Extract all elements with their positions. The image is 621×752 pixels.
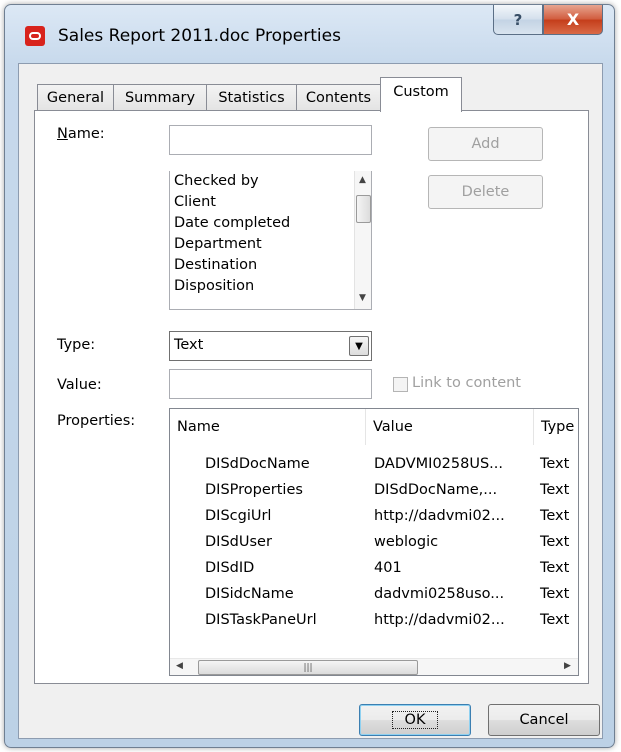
- title-bar[interactable]: Sales Report 2011.doc Properties ? X: [5, 5, 614, 63]
- column-header-name[interactable]: Name: [170, 409, 366, 445]
- row-type: Text: [540, 482, 570, 498]
- row-value: dadvmi0258uso...: [374, 586, 505, 602]
- tab-general[interactable]: General: [37, 84, 114, 111]
- type-dropdown[interactable]: Text ▼: [169, 331, 372, 361]
- close-icon: X: [566, 10, 580, 29]
- table-row[interactable]: DISProperties DISdDocName,... Text: [170, 478, 578, 505]
- row-type: Text: [540, 612, 570, 628]
- row-type: Text: [540, 560, 570, 576]
- ok-button-label: OK: [391, 711, 439, 729]
- row-type: Text: [540, 534, 570, 550]
- table-row[interactable]: DISidcName dadvmi0258uso... Text: [170, 582, 578, 609]
- row-value: DADVMI0258US...: [374, 456, 503, 472]
- type-dropdown-value: Text: [174, 337, 204, 353]
- tab-statistics[interactable]: Statistics: [206, 84, 297, 111]
- value-label: Value:: [57, 377, 102, 393]
- tab-custom[interactable]: Custom: [380, 77, 462, 112]
- properties-list[interactable]: Name Value Type DISdDocName DADVMI0258US…: [169, 408, 579, 676]
- list-item[interactable]: Client: [174, 194, 216, 210]
- scroll-thumb[interactable]: [356, 195, 371, 223]
- name-label: Name:: [57, 126, 105, 142]
- table-row[interactable]: DISdUser weblogic Text: [170, 530, 578, 557]
- row-value: DISdDocName,...: [374, 482, 498, 498]
- delete-button[interactable]: Delete: [428, 175, 543, 209]
- name-input[interactable]: [169, 125, 372, 155]
- scroll-right-icon[interactable]: ▶: [564, 661, 571, 671]
- properties-dialog: Sales Report 2011.doc Properties ? X Gen…: [4, 4, 615, 748]
- row-type: Text: [540, 586, 570, 602]
- cancel-button[interactable]: Cancel: [488, 704, 600, 736]
- close-button[interactable]: X: [543, 5, 603, 35]
- properties-label: Properties:: [57, 413, 136, 429]
- row-value: http://dadvmi02...: [374, 612, 505, 628]
- column-header-type[interactable]: Type: [534, 409, 578, 445]
- properties-horizontal-scrollbar[interactable]: ◀ ||| ▶: [170, 658, 578, 675]
- app-logo-icon: [25, 26, 45, 46]
- table-row[interactable]: DISdID 401 Text: [170, 556, 578, 583]
- properties-header: Name Value Type: [170, 409, 578, 445]
- help-button[interactable]: ?: [493, 5, 543, 35]
- chevron-down-icon[interactable]: ▼: [349, 336, 369, 356]
- name-suggestions-list[interactable]: Checked by Client Date completed Departm…: [169, 171, 372, 310]
- scroll-up-icon[interactable]: ▲: [359, 175, 366, 185]
- add-button[interactable]: Add: [428, 127, 543, 161]
- value-input[interactable]: [169, 369, 372, 399]
- table-row[interactable]: DIScgiUrl http://dadvmi02... Text: [170, 504, 578, 531]
- list-item[interactable]: Date completed: [174, 215, 290, 231]
- list-item[interactable]: Checked by: [174, 173, 259, 189]
- row-name: DISidcName: [205, 586, 294, 602]
- cancel-button-label: Cancel: [519, 712, 569, 728]
- list-item[interactable]: Disposition: [174, 278, 254, 294]
- row-name: DISdUser: [205, 534, 272, 550]
- table-row[interactable]: DISTaskPaneUrl http://dadvmi02... Text: [170, 608, 578, 635]
- window-title: Sales Report 2011.doc Properties: [58, 26, 341, 46]
- list-vertical-scrollbar[interactable]: ▲ ▼: [354, 171, 371, 309]
- link-to-content-label: Link to content: [412, 375, 521, 391]
- name-label-text: ame:: [67, 126, 105, 142]
- row-value: 401: [374, 560, 402, 576]
- scroll-thumb[interactable]: |||: [198, 660, 418, 675]
- tab-summary[interactable]: Summary: [113, 84, 207, 111]
- row-type: Text: [540, 508, 570, 524]
- list-item[interactable]: Destination: [174, 257, 257, 273]
- delete-button-label: Delete: [461, 184, 510, 200]
- row-name: DISdID: [205, 560, 255, 576]
- scroll-down-icon[interactable]: ▼: [359, 293, 366, 303]
- add-button-label: Add: [471, 136, 500, 152]
- list-item[interactable]: Department: [174, 236, 262, 252]
- help-icon: ?: [513, 10, 523, 29]
- custom-tab-panel: Name: Checked by Client Date completed D…: [34, 110, 589, 684]
- tab-contents[interactable]: Contents: [296, 84, 381, 111]
- row-type: Text: [540, 456, 570, 472]
- link-to-content-checkbox[interactable]: [393, 377, 408, 392]
- row-name: DIScgiUrl: [205, 508, 272, 524]
- type-label: Type:: [57, 337, 96, 353]
- column-header-value[interactable]: Value: [366, 409, 534, 445]
- dialog-body: General Summary Statistics Contents Cust…: [18, 63, 603, 739]
- table-row[interactable]: DISdDocName DADVMI0258US... Text: [170, 452, 578, 479]
- row-name: DISdDocName: [205, 456, 310, 472]
- ok-button[interactable]: OK: [359, 704, 471, 736]
- row-name: DISProperties: [205, 482, 303, 498]
- row-value: http://dadvmi02...: [374, 508, 505, 524]
- row-value: weblogic: [374, 534, 439, 550]
- scroll-left-icon[interactable]: ◀: [176, 661, 183, 671]
- row-name: DISTaskPaneUrl: [205, 612, 317, 628]
